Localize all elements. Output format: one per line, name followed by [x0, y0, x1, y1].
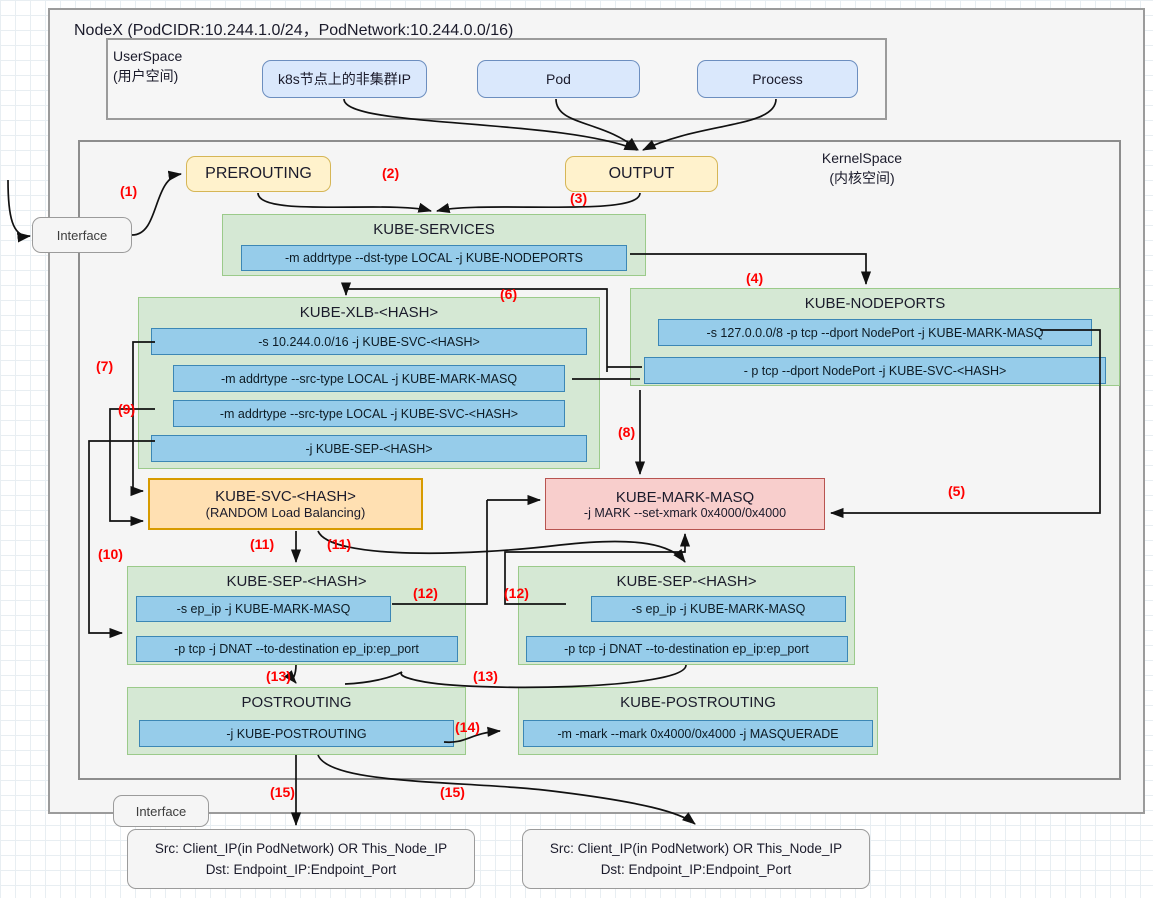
packet-result-left: Src: Client_IP(in PodNetwork) OR This_No…	[127, 829, 475, 889]
step-label-1: (1)	[120, 183, 138, 199]
chain-prerouting[interactable]: PREROUTING	[186, 156, 331, 192]
rule-kube-xlb-2[interactable]: -m addrtype --src-type LOCAL -j KUBE-SVC…	[173, 400, 565, 427]
chain-kube-svc-subtitle: (RANDOM Load Balancing)	[205, 505, 366, 520]
rule-kube-nodeports-1[interactable]: - p tcp --dport NodePort -j KUBE-SVC-<HA…	[644, 357, 1106, 384]
rule-kube-sep-left-0[interactable]: -s ep_ip -j KUBE-MARK-MASQ	[136, 596, 391, 622]
rule-kube-nodeports-0[interactable]: -s 127.0.0.0/8 -p tcp --dport NodePort -…	[658, 319, 1092, 346]
userspace-box-pod[interactable]: Pod	[477, 60, 640, 98]
chain-output[interactable]: OUTPUT	[565, 156, 718, 192]
userspace-label-cn: (用户空间)	[113, 68, 179, 84]
step-label-12a: (12)	[413, 585, 438, 601]
packet-result-right-dst: Dst: Endpoint_IP:Endpoint_Port	[600, 862, 792, 877]
step-label-9: (9)	[118, 401, 136, 417]
kernelspace-label: KernelSpace (内核空间)	[782, 148, 942, 188]
userspace-label: UserSpace (用户空间)	[113, 46, 253, 86]
step-label-13b: (13)	[473, 668, 498, 684]
step-label-2: (2)	[382, 165, 400, 181]
packet-result-left-dst: Dst: Endpoint_IP:Endpoint_Port	[205, 862, 397, 877]
step-label-3: (3)	[570, 190, 588, 206]
chain-kube-xlb[interactable]: KUBE-XLB-<HASH> -s 10.244.0.0/16 -j KUBE…	[138, 297, 600, 469]
step-label-10: (10)	[98, 546, 123, 562]
rule-kube-sep-right-1[interactable]: -p tcp -j DNAT --to-destination ep_ip:ep…	[525, 636, 848, 662]
chain-kube-nodeports-title: KUBE-NODEPORTS	[804, 295, 946, 312]
userspace-box-process[interactable]: Process	[697, 60, 858, 98]
chain-kube-svc[interactable]: KUBE-SVC-<HASH> (RANDOM Load Balancing)	[148, 478, 423, 530]
chain-kube-svc-title: KUBE-SVC-<HASH>	[215, 488, 356, 505]
step-label-11b: (11)	[327, 536, 352, 552]
step-label-7: (7)	[96, 358, 114, 374]
kernelspace-label-cn: (内核空间)	[829, 170, 895, 186]
packet-result-right: Src: Client_IP(in PodNetwork) OR This_No…	[522, 829, 870, 889]
userspace-box-nonclusterip[interactable]: k8s节点上的非集群IP	[262, 60, 427, 98]
step-label-12b: (12)	[504, 585, 529, 601]
chain-postrouting-title: POSTROUTING	[241, 694, 352, 711]
step-label-11a: (11)	[250, 536, 275, 552]
chain-kube-postrouting-title: KUBE-POSTROUTING	[620, 694, 776, 711]
step-label-5: (5)	[948, 483, 966, 499]
rule-postrouting-0[interactable]: -j KUBE-POSTROUTING	[139, 720, 454, 747]
chain-kube-mark-masq-title: KUBE-MARK-MASQ	[615, 488, 755, 506]
chain-kube-nodeports[interactable]: KUBE-NODEPORTS -s 127.0.0.0/8 -p tcp --d…	[630, 288, 1120, 386]
step-label-14: (14)	[455, 719, 480, 735]
chain-kube-mark-masq[interactable]: KUBE-MARK-MASQ -j MARK --set-xmark 0x400…	[545, 478, 825, 530]
rule-kube-postrouting-0[interactable]: -m -mark --mark 0x4000/0x4000 -j MASQUER…	[523, 720, 873, 747]
chain-kube-xlb-title: KUBE-XLB-<HASH>	[299, 304, 439, 321]
kernelspace-label-en: KernelSpace	[821, 150, 903, 166]
interface-top[interactable]: Interface	[32, 217, 132, 253]
step-label-8: (8)	[618, 424, 636, 440]
rule-kube-xlb-3[interactable]: -j KUBE-SEP-<HASH>	[151, 435, 587, 462]
packet-result-right-src: Src: Client_IP(in PodNetwork) OR This_No…	[549, 841, 843, 856]
chain-kube-postrouting[interactable]: KUBE-POSTROUTING -m -mark --mark 0x4000/…	[518, 687, 878, 755]
rule-kube-xlb-0[interactable]: -s 10.244.0.0/16 -j KUBE-SVC-<HASH>	[151, 328, 587, 355]
rule-kube-mark-masq-0: -j MARK --set-xmark 0x4000/0x4000	[583, 505, 787, 520]
rule-kube-sep-left-1[interactable]: -p tcp -j DNAT --to-destination ep_ip:ep…	[135, 636, 458, 662]
packet-result-left-src: Src: Client_IP(in PodNetwork) OR This_No…	[154, 841, 448, 856]
step-label-15a: (15)	[270, 784, 295, 800]
chain-kube-services-title: KUBE-SERVICES	[373, 221, 495, 238]
step-label-4: (4)	[746, 270, 764, 286]
step-label-15b: (15)	[440, 784, 465, 800]
interface-bottom[interactable]: Interface	[113, 795, 209, 827]
chain-kube-sep-right[interactable]: KUBE-SEP-<HASH> -s ep_ip -j KUBE-MARK-MA…	[518, 566, 855, 665]
chain-kube-services[interactable]: KUBE-SERVICES -m addrtype --dst-type LOC…	[222, 214, 646, 276]
userspace-label-en: UserSpace	[113, 48, 183, 64]
rule-kube-xlb-1[interactable]: -m addrtype --src-type LOCAL -j KUBE-MAR…	[173, 365, 565, 392]
chain-kube-sep-left[interactable]: KUBE-SEP-<HASH> -s ep_ip -j KUBE-MARK-MA…	[127, 566, 466, 665]
chain-kube-sep-right-title: KUBE-SEP-<HASH>	[616, 573, 757, 590]
chain-postrouting[interactable]: POSTROUTING -j KUBE-POSTROUTING	[127, 687, 466, 755]
step-label-13a: (13)	[266, 668, 291, 684]
rule-kube-sep-right-0[interactable]: -s ep_ip -j KUBE-MARK-MASQ	[591, 596, 846, 622]
rule-kube-services-0[interactable]: -m addrtype --dst-type LOCAL -j KUBE-NOD…	[241, 245, 627, 271]
step-label-6: (6)	[500, 286, 518, 302]
